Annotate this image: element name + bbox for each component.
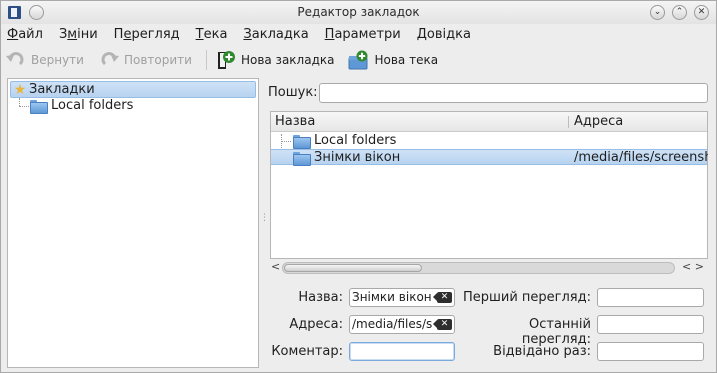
- column-divider[interactable]: [568, 116, 569, 128]
- address-label: Адреса:: [289, 317, 343, 332]
- comment-label: Коментар:: [271, 344, 343, 359]
- panel-splitter[interactable]: ⋮: [260, 214, 269, 230]
- menu-settings[interactable]: Параметри: [325, 26, 401, 44]
- toolbar: Вернути Повторити Нова закладка Нова тек…: [5, 48, 452, 72]
- tree-item-local-folders[interactable]: Local folders: [30, 97, 256, 114]
- new-folder-label: Нова тека: [374, 53, 439, 67]
- folder-icon: [293, 151, 311, 166]
- undo-button[interactable]: Вернути: [5, 50, 84, 70]
- menu-help[interactable]: Довідка: [417, 26, 471, 44]
- window-title: Редактор закладок: [297, 5, 420, 19]
- menu-bar: Файл Зміни Перегляд Тека Закладка Параме…: [7, 26, 487, 44]
- list-row[interactable]: Local folders: [271, 133, 707, 149]
- tree-branch-line: [19, 106, 29, 107]
- name-value: Знімки вікон: [352, 290, 432, 304]
- redo-button[interactable]: Повторити: [98, 50, 192, 70]
- search-input[interactable]: [319, 83, 708, 103]
- close-button[interactable]: ✕: [694, 5, 709, 20]
- tree-item-label: Закладки: [29, 82, 95, 97]
- list-header: Назва Адреса: [271, 112, 707, 132]
- row-name: Знімки вікон: [314, 150, 401, 165]
- clear-field-icon[interactable]: ✕: [433, 292, 452, 303]
- new-bookmark-button[interactable]: Нова закладка: [215, 50, 335, 70]
- scroll-left-arrow[interactable]: <: [271, 260, 280, 273]
- star-icon: ★: [13, 81, 27, 98]
- toolbar-separator: [205, 50, 207, 70]
- scrollbar-thumb[interactable]: [284, 264, 422, 272]
- maximize-button[interactable]: ⌃: [672, 5, 687, 20]
- tree-item-root[interactable]: ★ Закладки: [10, 81, 256, 98]
- column-header-name[interactable]: Назва: [275, 114, 315, 129]
- last-view-label: Останній перегляд:: [521, 317, 591, 347]
- menu-folder[interactable]: Тека: [196, 26, 228, 44]
- menu-bookmark[interactable]: Закладка: [243, 26, 308, 44]
- menu-view[interactable]: Перегляд: [114, 26, 180, 44]
- new-bookmark-label: Нова закладка: [240, 53, 335, 67]
- new-folder-button[interactable]: Нова тека: [348, 50, 438, 70]
- redo-label: Повторити: [123, 53, 192, 67]
- clear-field-icon[interactable]: ✕: [433, 319, 452, 330]
- undo-label: Вернути: [31, 53, 84, 67]
- comment-field[interactable]: [349, 342, 455, 361]
- last-view-field: [597, 315, 704, 334]
- tree-item-label: Local folders: [51, 98, 134, 113]
- row-address: /media/files/screensh: [574, 150, 708, 165]
- redo-icon: [98, 50, 120, 70]
- scroll-right-arrows[interactable]: < >: [682, 260, 704, 273]
- bookmark-list[interactable]: Назва Адреса Local folders Знімки вікон …: [270, 111, 708, 259]
- list-row-selected[interactable]: Знімки вікон /media/files/screensh: [271, 149, 708, 166]
- visits-field: [597, 342, 704, 361]
- menu-edit[interactable]: Зміни: [59, 26, 98, 44]
- bookmark-tree[interactable]: ★ Закладки Local folders: [7, 78, 259, 368]
- new-bookmark-icon: [215, 50, 237, 70]
- horizontal-scrollbar[interactable]: < < >: [270, 260, 708, 276]
- column-header-address[interactable]: Адреса: [574, 114, 623, 129]
- first-view-label: Перший перегляд:: [462, 290, 591, 305]
- tree-branch-line: [19, 98, 20, 106]
- scrollbar-track[interactable]: [282, 262, 675, 274]
- address-field[interactable]: /media/files/s ✕: [349, 315, 455, 334]
- first-view-field: [597, 288, 704, 307]
- search-label: Пошук:: [268, 85, 318, 100]
- title-bar: Редактор закладок ⌄ ⌃ ✕: [1, 1, 716, 24]
- undo-icon: [5, 50, 27, 70]
- row-name: Local folders: [314, 133, 397, 148]
- address-value: /media/files/s: [352, 317, 433, 331]
- folder-icon: [30, 99, 48, 114]
- menu-file[interactable]: Файл: [7, 26, 43, 44]
- minimize-button[interactable]: ⌄: [650, 5, 665, 20]
- bookmark-editor-window: Редактор закладок ⌄ ⌃ ✕ Файл Зміни Перег…: [0, 0, 717, 373]
- new-folder-icon: [348, 50, 370, 70]
- row-address: [574, 133, 708, 148]
- name-field[interactable]: Знімки вікон ✕: [349, 288, 455, 307]
- folder-icon: [293, 134, 311, 149]
- name-label: Назва:: [298, 290, 343, 305]
- visits-label: Відвідано раз:: [493, 344, 591, 359]
